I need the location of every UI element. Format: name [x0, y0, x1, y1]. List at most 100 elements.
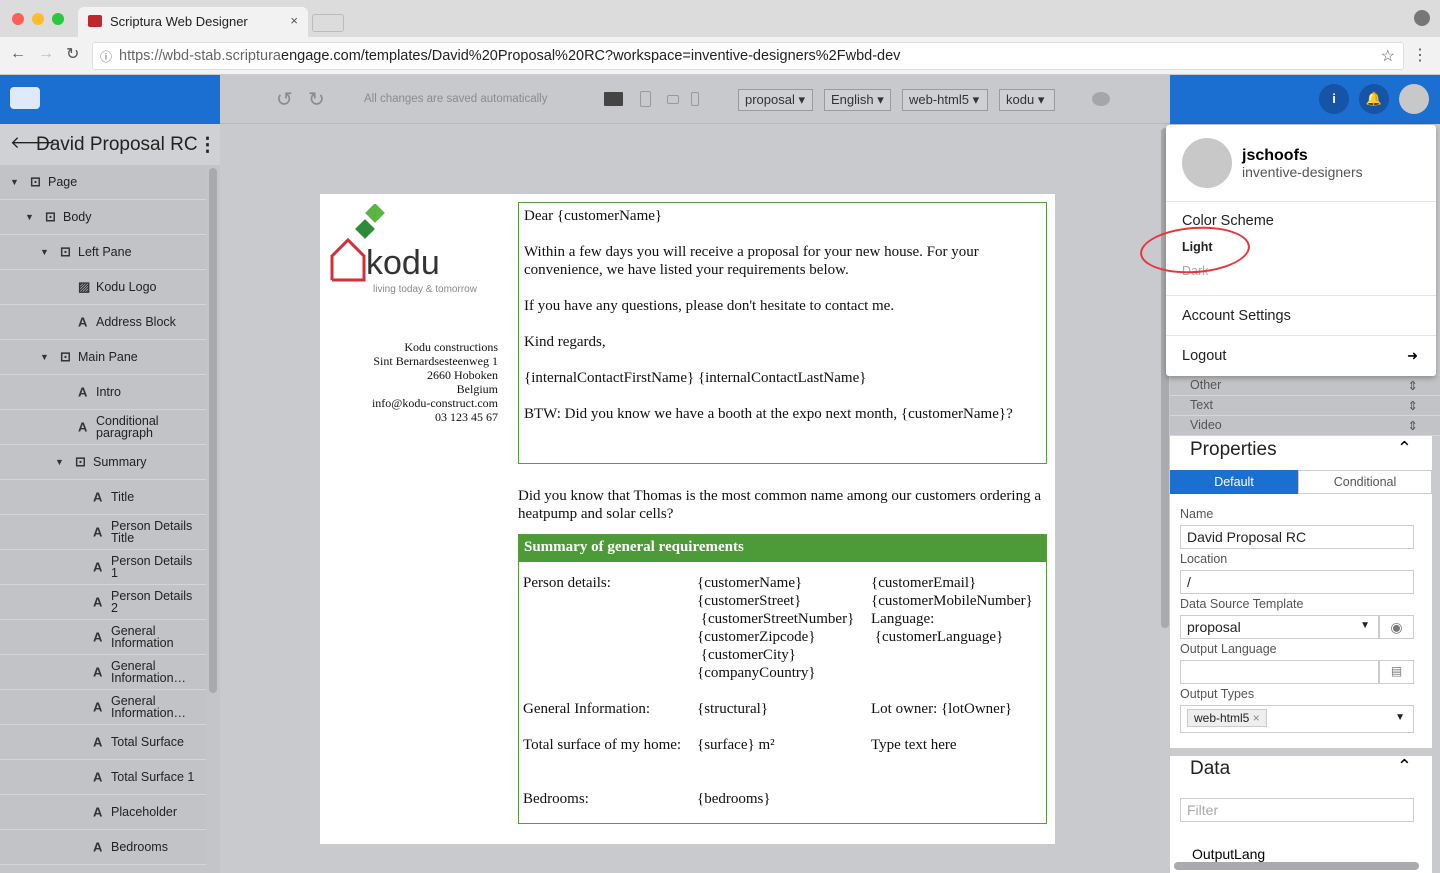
- collapse-properties-icon[interactable]: ⌃: [1397, 438, 1412, 459]
- phone-view-icon[interactable]: [691, 92, 699, 106]
- tree-item[interactable]: ▼ ⊡ Body: [0, 200, 206, 235]
- close-window-button[interactable]: [12, 13, 24, 25]
- remove-chip-icon[interactable]: ×: [1253, 711, 1260, 725]
- text-component-icon: A: [93, 734, 103, 750]
- info-button[interactable]: i: [1319, 84, 1349, 114]
- browser-tab-bar: Scriptura Web Designer ×: [0, 0, 1440, 37]
- tree-item[interactable]: ▼ ⊡ Main Pane: [0, 340, 206, 375]
- tree-item[interactable]: ▼ ⊡ Summary: [0, 445, 206, 480]
- bedrooms-label: Bedrooms:: [523, 791, 589, 807]
- conditional-paragraph[interactable]: Did you know that Thomas is the most com…: [518, 487, 1047, 523]
- undo-icon[interactable]: ↺: [276, 87, 293, 112]
- address-line: info@kodu-construct.com: [371, 396, 498, 410]
- tree-item[interactable]: A General Information: [0, 620, 206, 655]
- info-icon: ⓘ: [100, 50, 113, 64]
- kodu-logo[interactable]: kodu living today & tomorrow: [330, 203, 480, 299]
- output-type-chip[interactable]: web-html5 ×: [1187, 709, 1267, 727]
- tree-item[interactable]: ▼ ⊡ Left Pane: [0, 235, 206, 270]
- output-type-select[interactable]: web-html5 ▾: [902, 89, 988, 111]
- data-filter-input[interactable]: Filter: [1180, 798, 1414, 822]
- tree-item[interactable]: A General Information…: [0, 690, 206, 725]
- url-input[interactable]: ⓘ https://wbd-stab.scripturaengage.com/t…: [92, 42, 1404, 70]
- tree-item[interactable]: A Title: [0, 480, 206, 515]
- expand-caret-icon[interactable]: ▼: [40, 352, 49, 362]
- desktop-view-icon[interactable]: [604, 92, 623, 106]
- properties-title: Properties: [1190, 439, 1277, 460]
- notifications-bell-icon[interactable]: 🔔: [1359, 84, 1389, 114]
- close-tab-icon[interactable]: ×: [290, 13, 298, 28]
- location-input[interactable]: /: [1180, 570, 1414, 594]
- tree-item-label: Conditional paragraph: [96, 414, 159, 440]
- tree-item-label: Summary: [93, 455, 147, 469]
- tablet-view-icon[interactable]: [640, 91, 651, 107]
- brand-select[interactable]: kodu ▾: [999, 89, 1055, 111]
- group-label: Video: [1190, 418, 1222, 432]
- expand-caret-icon[interactable]: ▼: [25, 212, 34, 222]
- expand-caret-icon[interactable]: ▼: [10, 177, 19, 187]
- group-label: Text: [1190, 398, 1213, 412]
- back-arrow-icon[interactable]: 🡐: [10, 133, 56, 153]
- app-logo-icon[interactable]: [10, 87, 40, 109]
- name-input[interactable]: David Proposal RC: [1180, 525, 1414, 549]
- tree-item[interactable]: A Conditional paragraph: [0, 410, 206, 445]
- template-select[interactable]: proposal ▾: [738, 89, 813, 111]
- collapse-data-icon[interactable]: ⌃: [1397, 756, 1412, 777]
- document-page[interactable]: kodu living today & tomorrow Kodu constr…: [320, 194, 1055, 844]
- tree-item[interactable]: A Person Details 2: [0, 585, 206, 620]
- tree-item[interactable]: A Total Surface: [0, 725, 206, 760]
- forward-icon[interactable]: →: [38, 45, 54, 63]
- back-icon[interactable]: ←: [10, 45, 26, 63]
- maximize-window-button[interactable]: [52, 13, 64, 25]
- more-options-icon[interactable]: ⋮: [198, 134, 217, 157]
- structure-tree: ▼ ⊡ Page ▼ ⊡ Body ▼ ⊡ Left Pane ▨ Kodu Logo A Addres…: [0, 165, 220, 865]
- tree-item[interactable]: A Address Block: [0, 305, 206, 340]
- intro-block[interactable]: Dear {customerName} Within a few days you…: [518, 202, 1047, 464]
- output-language-input[interactable]: [1180, 660, 1379, 684]
- text-component-icon: A: [93, 769, 103, 785]
- data-source-template-select[interactable]: proposal ▼: [1180, 615, 1379, 639]
- account-settings-item[interactable]: Account Settings: [1182, 308, 1291, 324]
- component-group-video[interactable]: Video ⇕: [1170, 416, 1440, 436]
- reload-icon[interactable]: ↻: [66, 44, 79, 64]
- user-avatar-button[interactable]: [1399, 84, 1429, 114]
- component-group-other[interactable]: Other ⇕: [1170, 376, 1440, 396]
- summary-block[interactable]: Summary of general requirements Person d…: [518, 534, 1047, 824]
- tree-item[interactable]: A Person Details Title: [0, 515, 206, 550]
- tab-default[interactable]: Default: [1170, 470, 1298, 494]
- tree-item[interactable]: A Bedrooms: [0, 830, 206, 865]
- tablet-landscape-view-icon[interactable]: [667, 95, 679, 104]
- minimize-window-button[interactable]: [32, 13, 44, 25]
- bedrooms-value: {bedrooms}: [697, 791, 771, 807]
- tab-conditional[interactable]: Conditional: [1298, 470, 1432, 494]
- tree-item[interactable]: ▨ Kodu Logo: [0, 270, 206, 305]
- browser-menu-icon[interactable]: ⋮: [1412, 45, 1428, 65]
- tree-item-label: Placeholder: [111, 805, 178, 819]
- preview-eye-icon[interactable]: [1092, 92, 1110, 106]
- bookmark-star-icon[interactable]: ☆: [1381, 46, 1395, 66]
- tree-item[interactable]: A General Information…: [0, 655, 206, 690]
- language-picker-icon[interactable]: ▤: [1379, 660, 1414, 684]
- address-block[interactable]: Kodu constructions Sint Bernardsesteenweg…: [340, 340, 498, 424]
- tree-item[interactable]: A Total Surface 1: [0, 760, 206, 795]
- logout-item[interactable]: Logout: [1182, 348, 1226, 364]
- tree-item-label: Left Pane: [78, 245, 132, 259]
- panel-horizontal-scrollbar[interactable]: [1174, 862, 1419, 870]
- language-select[interactable]: English ▾: [824, 89, 891, 111]
- output-types-select[interactable]: web-html5 × ▼: [1180, 705, 1414, 733]
- container-icon: ⊡: [75, 454, 86, 469]
- component-group-text[interactable]: Text ⇕: [1170, 396, 1440, 416]
- tree-item[interactable]: ▼ ⊡ Page: [0, 165, 206, 200]
- new-tab-button[interactable]: [312, 14, 344, 32]
- profile-icon[interactable]: [1414, 10, 1430, 26]
- browser-tab[interactable]: Scriptura Web Designer ×: [78, 7, 308, 37]
- tree-item[interactable]: A Intro: [0, 375, 206, 410]
- preview-data-source-eye-icon[interactable]: ◉: [1379, 615, 1414, 639]
- tree-item-label: Person Details 1: [111, 554, 193, 580]
- redo-icon[interactable]: ↻: [308, 87, 325, 112]
- tree-scrollbar[interactable]: [209, 168, 217, 693]
- expand-caret-icon[interactable]: ▼: [55, 457, 64, 467]
- user-bar: i 🔔: [1170, 75, 1440, 124]
- expand-caret-icon[interactable]: ▼: [40, 247, 49, 257]
- tree-item[interactable]: A Placeholder: [0, 795, 206, 830]
- tree-item[interactable]: A Person Details 1: [0, 550, 206, 585]
